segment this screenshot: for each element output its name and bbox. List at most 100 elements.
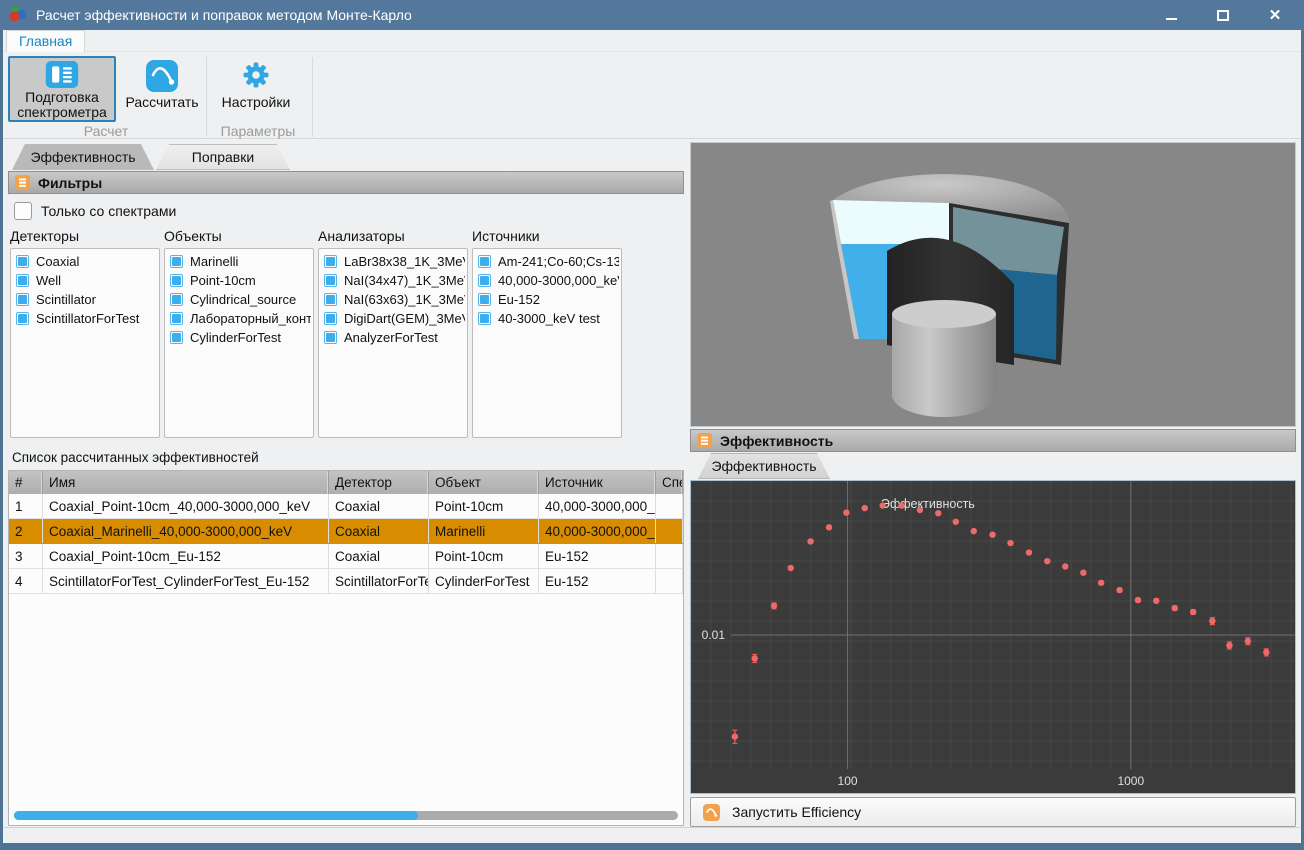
tab-efficiency-chart[interactable]: Эффективность xyxy=(698,453,830,479)
checkbox-checked-icon[interactable] xyxy=(170,331,183,344)
list-item[interactable]: 40,000-3000,000_keV xyxy=(475,271,619,290)
table-column-header[interactable]: Детектор xyxy=(329,471,429,494)
list-item[interactable]: CylinderForTest xyxy=(167,328,311,347)
table-cell xyxy=(656,494,683,518)
calculate-button-label: Рассчитать xyxy=(125,95,198,110)
list-item[interactable]: NaI(34x47)_1K_3MeV xyxy=(321,271,465,290)
ribbon-tabrow: Главная xyxy=(0,30,1304,52)
run-efficiency-button[interactable]: Запустить Efficiency xyxy=(690,797,1296,827)
minimize-icon xyxy=(1166,18,1177,20)
table-cell: Coaxial xyxy=(329,494,429,518)
data-point xyxy=(1135,597,1141,603)
filters-group-header[interactable]: Фильтры xyxy=(8,171,684,194)
table-cell: Marinelli xyxy=(429,519,539,543)
list-item[interactable]: ScintillatorForTest xyxy=(13,309,157,328)
tab-efficiency[interactable]: Эффективность xyxy=(12,144,154,170)
list-item[interactable]: Cylindrical_source xyxy=(167,290,311,309)
checkbox-checked-icon[interactable] xyxy=(478,274,491,287)
data-point xyxy=(771,603,777,609)
tab-corrections[interactable]: Поправки xyxy=(156,144,290,170)
list-item[interactable]: Scintillator xyxy=(13,290,157,309)
efficiency-chart[interactable]: 10010000.01Эффективность xyxy=(690,480,1296,794)
table-cell: Point-10cm xyxy=(429,544,539,568)
list-item-label: DigiDart(GEM)_3MeV xyxy=(344,311,465,326)
checkbox-checked-icon[interactable] xyxy=(16,274,29,287)
checkbox-checked-icon[interactable] xyxy=(324,274,337,287)
chart-title: Эффективность xyxy=(881,497,975,511)
table-column-header[interactable]: Имя xyxy=(43,471,329,494)
ribbon-group-calc-label: Расчет xyxy=(8,123,204,139)
list-item-label: ScintillatorForTest xyxy=(36,311,157,326)
data-point xyxy=(1044,558,1050,564)
filter-list[interactable]: Am-241;Co-60;Cs-13740,000-3000,000_keVEu… xyxy=(472,248,622,438)
list-item[interactable]: Eu-152 xyxy=(475,290,619,309)
detector-endcap-top xyxy=(892,300,996,328)
checkbox-checked-icon[interactable] xyxy=(324,255,337,268)
prepare-spectrometer-button[interactable]: Подготовка спектрометра xyxy=(8,56,116,122)
3d-geometry-view[interactable] xyxy=(690,142,1296,427)
list-item-label: Marinelli xyxy=(190,254,311,269)
list-item[interactable]: Лабораторный_контейнер xyxy=(167,309,311,328)
checkbox-checked-icon[interactable] xyxy=(324,331,337,344)
checkbox-checked-icon[interactable] xyxy=(478,255,491,268)
list-item[interactable]: Am-241;Co-60;Cs-137 xyxy=(475,252,619,271)
checkbox-checked-icon[interactable] xyxy=(478,293,491,306)
list-item[interactable]: NaI(63x63)_1K_3MeV xyxy=(321,290,465,309)
data-point xyxy=(935,510,941,516)
settings-button[interactable]: Настройки xyxy=(210,56,302,122)
list-item[interactable]: LaBr38x38_1K_3MeV xyxy=(321,252,465,271)
close-button[interactable]: ✕ xyxy=(1262,4,1288,26)
checkbox-checked-icon[interactable] xyxy=(16,255,29,268)
horizontal-scrollbar[interactable] xyxy=(14,811,678,820)
table-row[interactable]: 4ScintillatorForTest_CylinderForTest_Eu-… xyxy=(9,569,683,594)
only-with-spectra-row: Только со спектрами xyxy=(14,202,176,220)
maximize-button[interactable] xyxy=(1210,4,1236,26)
checkbox-checked-icon[interactable] xyxy=(16,293,29,306)
ribbon-tab-home[interactable]: Главная xyxy=(6,30,85,52)
table-column-header[interactable]: Спектр xyxy=(656,471,683,494)
table-column-header[interactable]: Источник xyxy=(539,471,656,494)
table-cell: 4 xyxy=(9,569,43,593)
minimize-button[interactable] xyxy=(1158,4,1184,26)
checkbox-checked-icon[interactable] xyxy=(170,293,183,306)
checkbox-checked-icon[interactable] xyxy=(170,274,183,287)
filter-list[interactable]: LaBr38x38_1K_3MeVNaI(34x47)_1K_3MeVNaI(6… xyxy=(318,248,468,438)
checkbox-checked-icon[interactable] xyxy=(324,293,337,306)
table-row[interactable]: 1Coaxial_Point-10cm_40,000-3000,000_keVC… xyxy=(9,494,683,519)
list-item[interactable]: Marinelli xyxy=(167,252,311,271)
list-item-label: Scintillator xyxy=(36,292,157,307)
efficiency-group-header[interactable]: Эффективность xyxy=(690,429,1296,452)
table-cell: Coaxial_Point-10cm_40,000-3000,000_keV xyxy=(43,494,329,518)
table-row[interactable]: 2Coaxial_Marinelli_40,000-3000,000_keVCo… xyxy=(9,519,683,544)
data-point xyxy=(1080,569,1086,575)
checkbox-checked-icon[interactable] xyxy=(170,255,183,268)
filter-list[interactable]: Marinelli Point-10cmCylindrical_sourceЛаб… xyxy=(164,248,314,438)
data-point xyxy=(1226,642,1232,648)
checkbox-checked-icon[interactable] xyxy=(478,312,491,325)
table-cell: Eu-152 xyxy=(539,544,656,568)
list-item[interactable]: Point-10cm xyxy=(167,271,311,290)
table-column-header[interactable]: # xyxy=(9,471,43,494)
calculate-button[interactable]: Рассчитать xyxy=(120,56,204,122)
list-item[interactable]: 40-3000_keV test xyxy=(475,309,619,328)
list-item[interactable]: Well xyxy=(13,271,157,290)
checkbox-checked-icon[interactable] xyxy=(170,312,183,325)
checkbox-checked-icon[interactable] xyxy=(16,312,29,325)
filter-list[interactable]: Coaxial Well Scintillator ScintillatorForTe… xyxy=(10,248,160,438)
data-point xyxy=(788,565,794,571)
only-with-spectra-checkbox[interactable] xyxy=(14,202,32,220)
list-item[interactable]: Coaxial xyxy=(13,252,157,271)
list-item[interactable]: DigiDart(GEM)_3MeV xyxy=(321,309,465,328)
table-cell: Coaxial xyxy=(329,519,429,543)
titlebar[interactable]: Расчет эффективности и поправок методом … xyxy=(0,0,1304,30)
table-cell: ScintillatorForTest_CylinderForTest_Eu-1… xyxy=(43,569,329,593)
data-point xyxy=(953,519,959,525)
checkbox-checked-icon[interactable] xyxy=(324,312,337,325)
table-row[interactable]: 3Coaxial_Point-10cm_Eu-152CoaxialPoint-1… xyxy=(9,544,683,569)
ribbon-separator xyxy=(206,57,207,137)
scrollbar-thumb[interactable] xyxy=(14,811,418,820)
list-item[interactable]: AnalyzerForTest xyxy=(321,328,465,347)
list-item-label: Coaxial xyxy=(36,254,157,269)
data-point xyxy=(1172,605,1178,611)
table-column-header[interactable]: Объект xyxy=(429,471,539,494)
